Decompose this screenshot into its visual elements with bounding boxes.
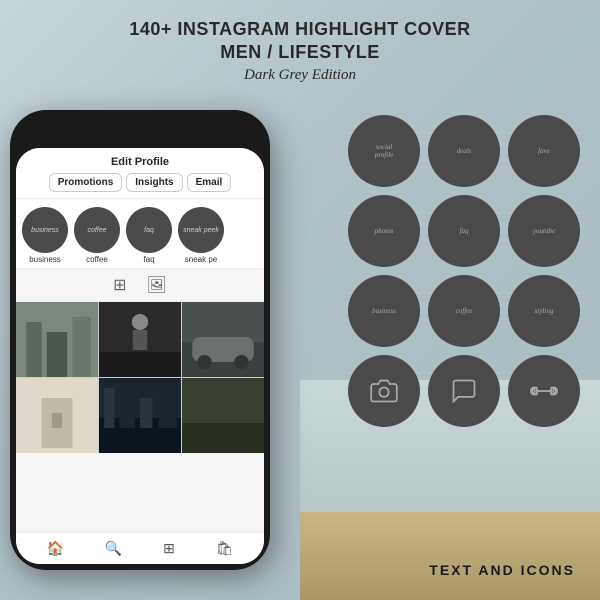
circle-deals[interactable]: deals [428,115,500,187]
photo-cell-2 [99,302,181,377]
message-icon [450,377,478,405]
phone-notch [100,122,180,144]
circle-camera[interactable] [348,355,420,427]
circle-message[interactable] [428,355,500,427]
phone-screen: Edit Profile Promotions Insights Email b… [16,148,264,564]
promotions-button[interactable]: Promotions [49,173,123,192]
story-sneak[interactable]: sneak peek sneak pe [178,207,224,264]
circle-styling[interactable]: styling [508,275,580,347]
stories-row: business business coffee coffee faq faq … [16,199,264,269]
photo-cell-6 [182,378,264,453]
circle-dumbbell[interactable] [508,355,580,427]
dumbbell-icon [530,377,558,405]
camera-icon [370,377,398,405]
circle-photos[interactable]: photos [348,195,420,267]
header-title-line1: 140+ INSTAGRAM HIGHLIGHT COVER [0,18,600,41]
phone-mockup: Edit Profile Promotions Insights Email b… [10,110,270,570]
photo-cell-5 [99,378,181,453]
photo-grid [16,302,264,453]
grid-icon-row: ⊞ 🖼 [16,269,264,302]
insights-button[interactable]: Insights [126,173,182,192]
reels-nav-icon[interactable]: ⊞ [163,540,175,557]
email-button[interactable]: Email [187,173,232,192]
story-circle-faq: faq [126,207,172,253]
story-circle-business: business [22,207,68,253]
photo-cell-4 [16,378,98,453]
photo-cell-3 [182,302,264,377]
story-business[interactable]: business business [22,207,68,264]
circle-youtube[interactable]: youtube [508,195,580,267]
story-circle-coffee: coffee [74,207,120,253]
edit-profile-label: Edit Profile [26,156,254,168]
circle-coffee[interactable]: coffee [428,275,500,347]
footer-label: TEXT AND ICONS [429,562,575,578]
circle-social-profile[interactable]: socialprofile [348,115,420,187]
search-nav-icon[interactable]: 🔍 [105,540,122,557]
circle-business[interactable]: business [348,275,420,347]
photo-cell-1 [16,302,98,377]
beach-sand [300,512,600,600]
story-coffee[interactable]: coffee coffee [74,207,120,264]
instagram-header: Edit Profile Promotions Insights Email [16,148,264,199]
story-faq[interactable]: faq faq [126,207,172,264]
circle-fave[interactable]: fave [508,115,580,187]
shop-nav-icon[interactable]: 🛍 [216,540,234,557]
story-circle-sneak: sneak peek [178,207,224,253]
phone-bottom-nav: 🏠 🔍 ⊞ 🛍 [16,532,264,564]
header-subtitle: Dark Grey Edition [0,67,600,84]
grid-view-icon[interactable]: ⊞ [113,275,126,295]
home-nav-icon[interactable]: 🏠 [46,540,63,557]
circles-grid: socialprofile deals fave photos faq yout… [348,115,580,427]
instagram-action-buttons: Promotions Insights Email [26,173,254,192]
tagged-icon[interactable]: 🖼 [147,275,167,295]
header: 140+ INSTAGRAM HIGHLIGHT COVER MEN / LIF… [0,18,600,84]
header-title-line2: MEN / LIFESTYLE [0,41,600,64]
circle-faq[interactable]: faq [428,195,500,267]
